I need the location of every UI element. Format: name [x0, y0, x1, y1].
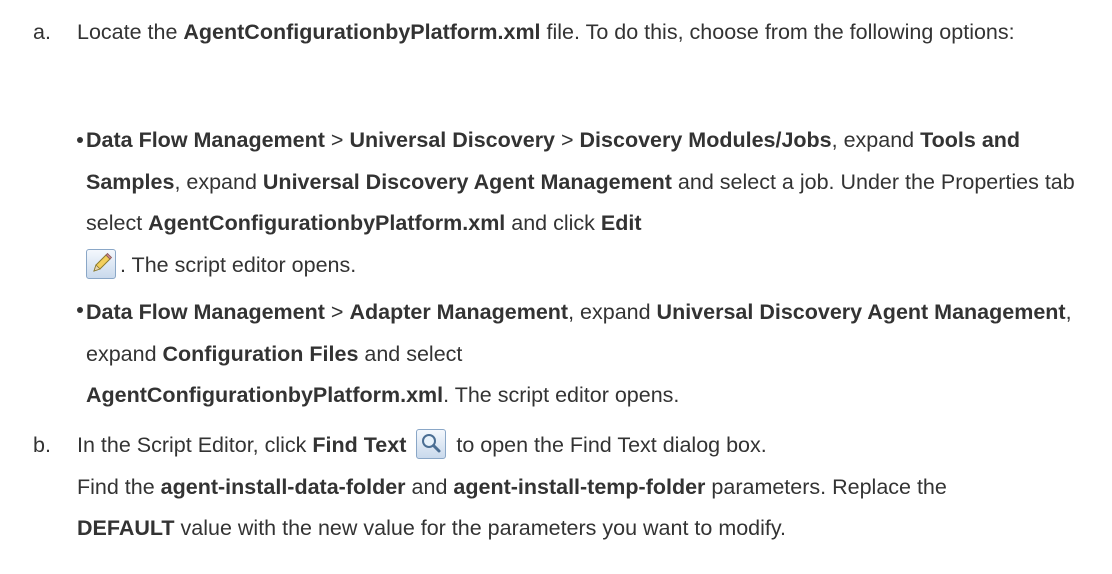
- document-page: a. Locate the AgentConfigurationbyPlatfo…: [0, 0, 1112, 574]
- path-part: Adapter Management: [349, 300, 569, 324]
- instruction-text: , expand: [831, 128, 921, 152]
- step-a-marker: a.: [33, 20, 51, 44]
- path-part: Universal Discovery Agent Management: [262, 169, 672, 194]
- bullet-1-text: Data Flow Management > Universal Discove…: [86, 120, 1091, 286]
- instruction-text: In the Script Editor, click: [77, 433, 313, 457]
- path-part: Data Flow Management: [86, 128, 325, 152]
- instruction-text: and: [405, 474, 454, 499]
- bullet-dot: [77, 137, 83, 143]
- step-a-intro: Locate the AgentConfigurationbyPlatform.…: [77, 12, 1082, 54]
- find-text-label: Find Text: [312, 433, 407, 457]
- instruction-text: , expand: [568, 300, 657, 324]
- step-a-filename: AgentConfigurationbyPlatform.xml: [183, 20, 541, 44]
- parameter-name: agent-install-data-folder: [160, 474, 406, 499]
- filename: AgentConfigurationbyPlatform.xml: [86, 383, 444, 407]
- instruction-text: and click: [505, 211, 601, 235]
- path-part: Configuration Files: [162, 341, 359, 366]
- path-separator: >: [324, 300, 350, 324]
- instruction-text: . The script editor opens.: [120, 252, 357, 277]
- path-separator: >: [555, 128, 580, 152]
- instruction-text: . The script editor opens.: [443, 383, 680, 407]
- instruction-text: and select: [358, 341, 463, 366]
- step-b-text: In the Script Editor, click Find Text to…: [77, 425, 1082, 550]
- bullet-dot: [77, 307, 83, 313]
- default-keyword: DEFAULT: [77, 516, 175, 540]
- edit-label: Edit: [600, 211, 642, 235]
- filename: AgentConfigurationbyPlatform.xml: [148, 211, 506, 235]
- step-a-intro-text: Locate the: [77, 20, 184, 44]
- parameter-name: agent-install-temp-folder: [453, 474, 706, 499]
- path-part: Discovery Modules/Jobs: [579, 128, 832, 152]
- pencil-edit-icon: [86, 248, 116, 279]
- instruction-text: parameters. Replace the: [705, 474, 947, 499]
- path-part: Data Flow Management: [86, 300, 325, 324]
- path-part: Universal Discovery Agent Management: [656, 300, 1066, 324]
- path-part: Universal Discovery: [349, 128, 556, 152]
- path-separator: >: [324, 128, 350, 152]
- magnifier-find-icon: [416, 429, 447, 459]
- instruction-text: value with the new value for the paramet…: [174, 516, 787, 540]
- instruction-text: to open the Find Text dialog box.: [450, 433, 767, 457]
- step-a-intro-text-2: file. To do this, choose from the follow…: [540, 20, 1015, 44]
- instruction-text: Find the: [77, 474, 161, 499]
- bullet-2-text: Data Flow Management > Adapter Managemen…: [86, 292, 1091, 417]
- step-b-marker: b.: [33, 433, 51, 457]
- instruction-text: , expand: [174, 169, 263, 194]
